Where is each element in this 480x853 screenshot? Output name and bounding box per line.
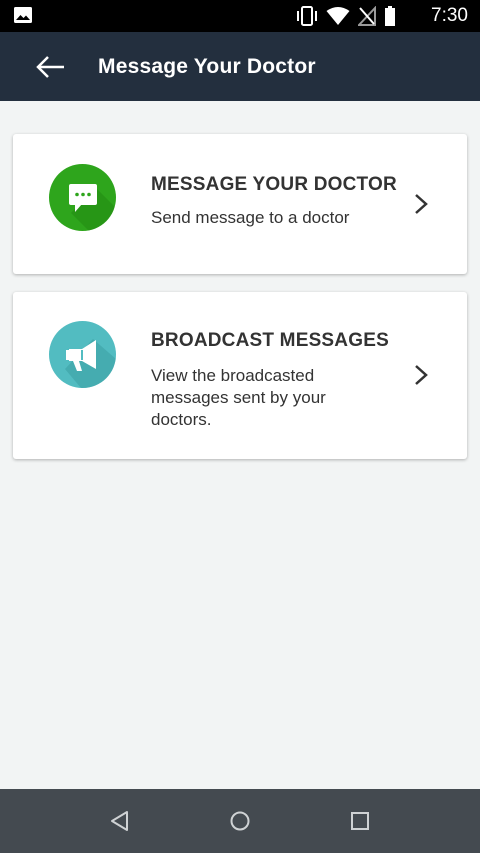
card-heading: BROADCAST MESSAGES [151,330,389,351]
back-icon[interactable] [108,809,132,833]
home-icon[interactable] [228,809,252,833]
megaphone-icon [49,321,116,388]
page-title: Message Your Doctor [98,55,316,78]
battery-icon [385,6,395,26]
back-arrow-icon[interactable] [34,53,66,81]
status-bar: 7:30 [0,0,480,32]
card-description: View the broadcasted messages sent by yo… [151,366,326,429]
app-bar: Message Your Doctor [0,32,480,101]
message-doctor-card[interactable]: MESSAGE YOUR DOCTOR Send message to a do… [13,134,467,274]
broadcast-messages-card[interactable]: BROADCAST MESSAGES View the broadcasted … [13,292,467,459]
vibrate-icon [297,6,317,26]
navigation-bar [0,789,480,853]
chevron-right-icon [415,194,428,214]
gallery-icon [14,7,32,23]
card-description: Send message to a doctor [151,208,350,227]
recents-icon[interactable] [348,809,372,833]
card-heading: MESSAGE YOUR DOCTOR [151,174,397,195]
chat-bubble-icon [49,164,116,231]
wifi-icon [326,7,350,25]
no-sim-icon [358,6,376,26]
chevron-right-icon [415,365,428,385]
status-time: 7:30 [431,5,468,26]
